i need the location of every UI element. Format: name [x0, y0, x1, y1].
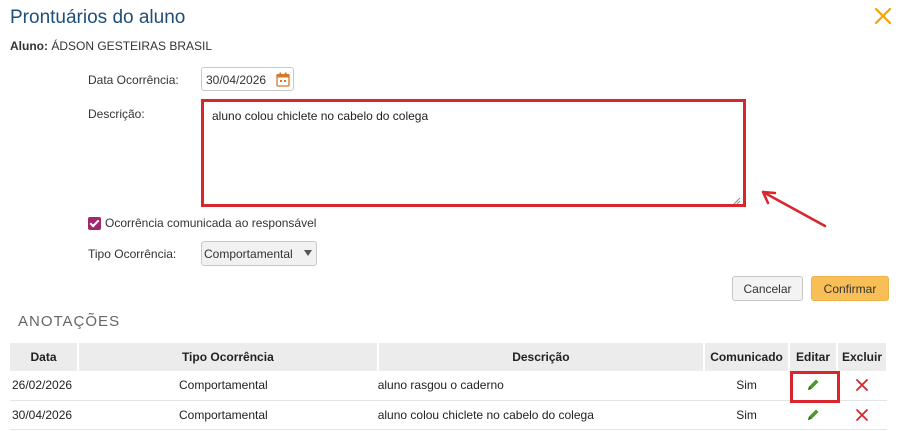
- header-description[interactable]: Descrição: [377, 343, 706, 371]
- table-header-row: Data Tipo Ocorrência Descrição Comunicad…: [10, 343, 889, 371]
- row-description: aluno colou chiclete no cabelo do colega: [377, 400, 705, 430]
- type-value: Comportamental: [204, 247, 293, 261]
- delete-x-icon[interactable]: [854, 407, 870, 423]
- close-icon[interactable]: [873, 6, 893, 26]
- row-type: Comportamental: [77, 400, 378, 430]
- date-field[interactable]: 30/04/2026: [201, 67, 294, 91]
- student-name: ÁDSON GESTEIRAS BRASIL: [51, 39, 213, 53]
- header-notified[interactable]: Comunicado: [704, 343, 791, 371]
- cancel-button[interactable]: Cancelar: [732, 276, 803, 301]
- date-label: Data Ocorrência:: [88, 73, 179, 87]
- header-date[interactable]: Data: [10, 343, 79, 371]
- description-label: Descrição:: [88, 107, 145, 121]
- resize-grip-icon[interactable]: [733, 194, 741, 205]
- type-label: Tipo Ocorrência:: [88, 247, 177, 261]
- dialog-title: Prontuários do aluno: [10, 7, 186, 28]
- row-notified: Sim: [704, 371, 790, 401]
- row-date: 26/02/2026: [10, 371, 78, 401]
- delete-x-icon[interactable]: [854, 377, 870, 393]
- header-delete: Excluir: [836, 343, 889, 371]
- student-label: Aluno:: [10, 39, 48, 53]
- notified-label: Ocorrência comunicada ao responsável: [105, 216, 317, 230]
- calendar-icon[interactable]: [276, 72, 290, 87]
- header-type[interactable]: Tipo Ocorrência: [77, 343, 379, 371]
- row-notified: Sim: [704, 400, 790, 430]
- row-type: Comportamental: [77, 371, 378, 401]
- annotation-arrow-icon: [761, 190, 827, 228]
- annotations-table: Data Tipo Ocorrência Descrição Comunicad…: [10, 343, 889, 430]
- pencil-icon[interactable]: [805, 407, 821, 423]
- table-row: 26/02/2026 Comportamental aluno rasgou o…: [10, 371, 887, 401]
- table-row: 30/04/2026 Comportamental aluno colou ch…: [10, 400, 887, 430]
- header-edit: Editar: [789, 343, 838, 371]
- confirm-button[interactable]: Confirmar: [811, 276, 889, 301]
- row-date: 30/04/2026: [10, 400, 78, 430]
- pencil-icon[interactable]: [805, 377, 821, 393]
- notified-checkbox[interactable]: [88, 216, 101, 230]
- notified-checkbox-row[interactable]: Ocorrência comunicada ao responsável: [88, 216, 316, 230]
- date-value: 30/04/2026: [206, 73, 267, 87]
- description-textarea[interactable]: aluno colou chiclete no cabelo do colega: [201, 99, 746, 207]
- annotations-title: ANOTAÇÕES: [18, 313, 121, 330]
- description-value: aluno colou chiclete no cabelo do colega: [212, 109, 429, 123]
- type-select[interactable]: Comportamental: [201, 241, 317, 266]
- student-info: Aluno: ÁDSON GESTEIRAS BRASIL: [10, 39, 212, 53]
- caret-down-icon: [304, 250, 312, 256]
- row-description: aluno rasgou o caderno: [377, 371, 705, 401]
